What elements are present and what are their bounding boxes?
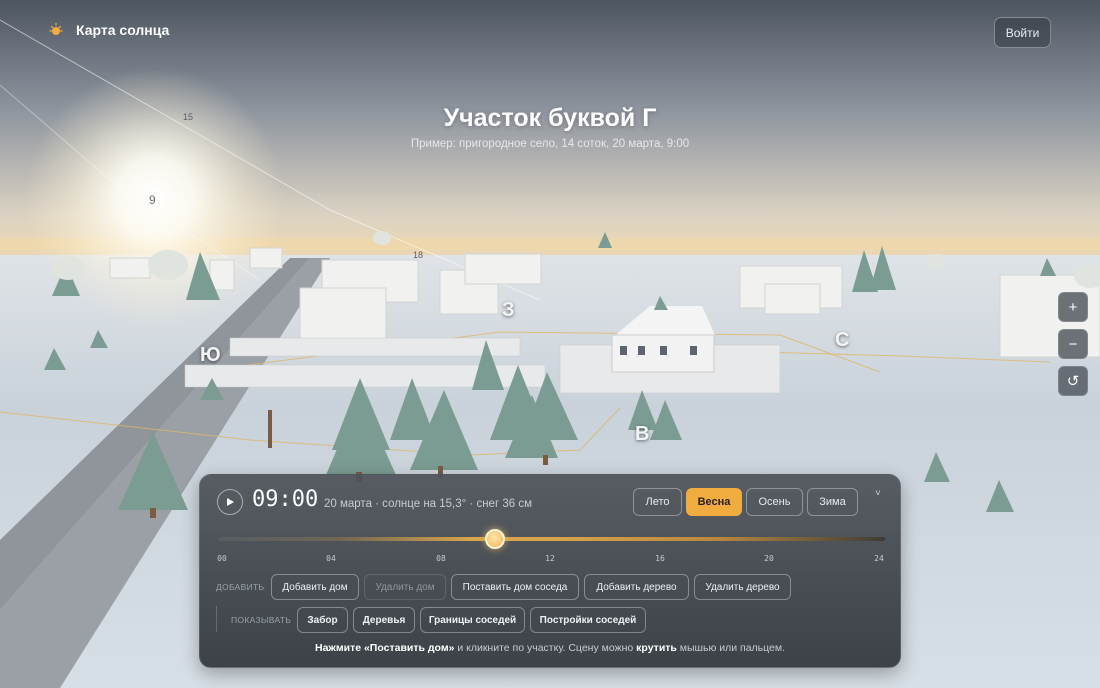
tick-label: 12	[545, 554, 555, 563]
compass-east: В	[635, 423, 650, 445]
hint-text: Нажмите «Поставить дом» и кликните по уч…	[200, 642, 900, 654]
zoom-out-button[interactable]: −	[1058, 329, 1088, 359]
scene-subtitle: Пример: пригородное село, 14 соток, 20 м…	[410, 138, 690, 150]
tick-label: 16	[655, 554, 665, 563]
season-autumn-button[interactable]: Осень	[746, 488, 803, 516]
sun-icon	[49, 22, 63, 35]
season-winter-button[interactable]: Зима	[807, 488, 858, 516]
compass-south: Ю	[200, 344, 221, 366]
control-panel: 09:00 20 марта · солнце на 15,3° · снег …	[199, 474, 901, 668]
add-tree-button[interactable]: Добавить дерево	[584, 574, 689, 600]
app-title: Карта солнца	[76, 22, 170, 38]
tick-label: 08	[436, 554, 446, 563]
add-house-button[interactable]: Добавить дом	[271, 574, 359, 600]
toggle-trees-button[interactable]: Деревья	[353, 607, 415, 633]
hint-rotate: крутить	[636, 642, 677, 654]
tick-label: 00	[217, 554, 227, 563]
minus-icon: −	[1068, 335, 1078, 353]
sun-hour-9: 9	[149, 193, 156, 207]
play-icon	[227, 498, 234, 506]
toggle-neighbor-borders-button[interactable]: Границы соседей	[420, 607, 525, 633]
hint-action: Нажмите «Поставить дом»	[314, 642, 455, 654]
reset-view-button[interactable]: ↺	[1058, 366, 1088, 396]
reset-icon: ↺	[1066, 373, 1080, 390]
place-neighbor-house-button[interactable]: Поставить дом соседа	[451, 574, 579, 600]
compass-west: З	[502, 299, 515, 321]
remove-tree-button[interactable]: Удалить дерево	[694, 574, 791, 600]
scene-title: Участок буквой Г	[443, 104, 657, 132]
divider	[216, 606, 217, 632]
brand[interactable]: Карта солнца	[48, 22, 169, 38]
time-slider-track[interactable]	[218, 537, 885, 541]
login-button[interactable]: Войти	[994, 17, 1051, 48]
toggle-fence-button[interactable]: Забор	[297, 607, 348, 633]
time-display: 09:00	[252, 487, 319, 512]
tick-label: 20	[764, 554, 774, 563]
collapse-button[interactable]: ˅	[875, 488, 881, 499]
toggle-neighbor-buildings-button[interactable]: Постройки соседей	[530, 607, 646, 633]
tick-label: 24	[874, 554, 884, 563]
add-row-label: ДОБАВИТЬ	[216, 582, 265, 592]
sun-info: 20 марта · солнце на 15,3° · снег 36 см	[324, 498, 532, 510]
hint-end: мышью или пальцем.	[676, 642, 786, 654]
remove-house-button[interactable]: Удалить дом	[364, 574, 446, 600]
show-row-label: ПОКАЗЫВАТЬ	[231, 615, 292, 625]
time-slider-thumb[interactable]	[485, 529, 506, 549]
zoom-in-button[interactable]: +	[1058, 292, 1088, 322]
compass-north: С	[835, 329, 850, 351]
hint-middle: и кликните по участку. Сцену можно	[454, 642, 637, 654]
plus-icon: +	[1068, 298, 1078, 316]
play-button[interactable]	[217, 489, 243, 515]
season-summer-button[interactable]: Лето	[633, 488, 682, 516]
tick-label: 04	[326, 554, 336, 563]
season-spring-button[interactable]: Весна	[686, 488, 742, 516]
sun-hour-18: 18	[413, 250, 424, 260]
